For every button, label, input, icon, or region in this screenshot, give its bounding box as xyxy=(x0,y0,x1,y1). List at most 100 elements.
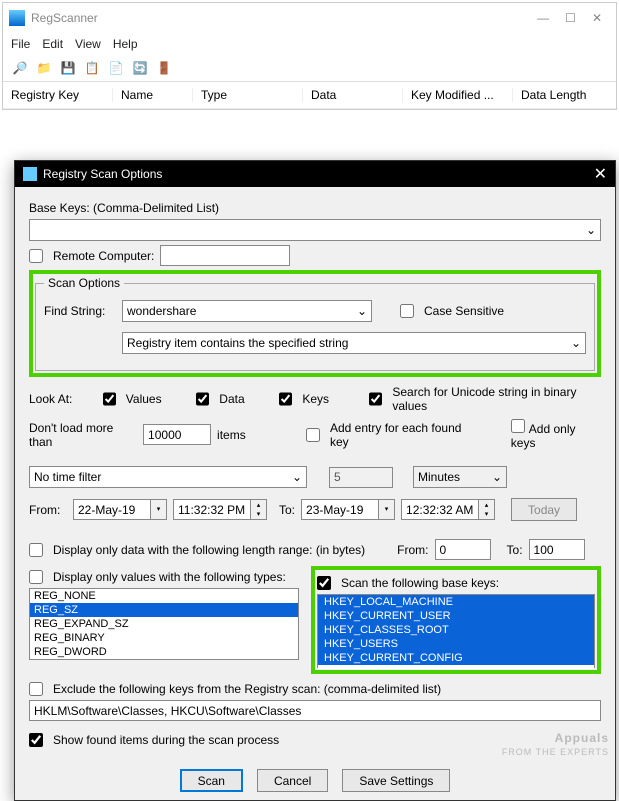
exclude-keys-label: Exclude the following keys from the Regi… xyxy=(53,682,441,696)
from-date-input[interactable] xyxy=(73,499,151,520)
list-item[interactable]: REG_BINARY xyxy=(30,631,298,645)
registry-scan-options-dialog: Registry Scan Options ✕ Base Keys: (Comm… xyxy=(14,160,616,801)
app-title: RegScanner xyxy=(31,11,537,25)
values-checkbox[interactable] xyxy=(103,392,116,406)
length-to-label: To: xyxy=(507,543,523,557)
dialog-icon xyxy=(23,167,37,181)
app-icon xyxy=(9,10,25,26)
spinner-icon[interactable]: ▴▾ xyxy=(251,499,267,520)
scan-options-group: Scan Options Find String: wondershare Ca… xyxy=(35,276,595,371)
length-from-input[interactable] xyxy=(435,539,491,560)
types-listbox[interactable]: REG_NONE REG_SZ REG_EXPAND_SZ REG_BINARY… xyxy=(29,588,299,660)
dialog-titlebar[interactable]: Registry Scan Options ✕ xyxy=(15,161,615,187)
highlight-base-keys: Scan the following base keys: HKEY_LOCAL… xyxy=(311,566,601,674)
scan-button[interactable]: Scan xyxy=(180,769,243,792)
matching-combo[interactable]: Registry item contains the specified str… xyxy=(122,332,586,354)
copy-icon[interactable]: 📋 xyxy=(83,59,101,77)
col-key-modified[interactable]: Key Modified ... xyxy=(403,88,513,102)
keys-label: Keys xyxy=(302,392,329,406)
remote-computer-checkbox[interactable] xyxy=(29,249,43,263)
menubar: File Edit View Help xyxy=(3,33,616,55)
time-filter-unit-combo: Minutes xyxy=(413,466,507,488)
show-found-label: Show found items during the scan process xyxy=(53,733,279,747)
from-time-input[interactable] xyxy=(173,499,251,520)
case-sensitive-checkbox[interactable] xyxy=(400,304,414,318)
add-entry-checkbox[interactable] xyxy=(306,428,320,442)
to-label: To: xyxy=(279,503,295,517)
scan-icon[interactable]: 🔎 xyxy=(11,59,29,77)
col-data[interactable]: Data xyxy=(303,88,403,102)
titlebar[interactable]: RegScanner — ☐ ✕ xyxy=(3,3,616,33)
to-time-input[interactable] xyxy=(401,499,479,520)
list-item[interactable]: HKEY_LOCAL_MACHINE xyxy=(318,595,594,609)
unicode-checkbox[interactable] xyxy=(369,392,382,406)
scan-base-keys-checkbox[interactable] xyxy=(317,576,331,590)
date-picker-icon[interactable]: ▾ xyxy=(379,499,395,520)
list-item[interactable]: REG_EXPAND_SZ xyxy=(30,617,298,631)
maximize-button[interactable]: ☐ xyxy=(565,11,576,25)
col-type[interactable]: Type xyxy=(193,88,303,102)
values-label: Values xyxy=(126,392,162,406)
exclude-keys-checkbox[interactable] xyxy=(29,682,43,696)
length-to-input[interactable] xyxy=(529,539,585,560)
base-keys-combo[interactable] xyxy=(29,219,601,241)
cancel-button[interactable]: Cancel xyxy=(257,769,328,792)
time-filter-num xyxy=(329,467,393,488)
base-keys-label: Base Keys: (Comma-Delimited List) xyxy=(29,201,219,215)
dont-load-label: Don't load more than xyxy=(29,421,137,449)
spinner-icon[interactable]: ▴▾ xyxy=(479,499,495,520)
list-item[interactable]: REG_DWORD_BIG_ENDIAN xyxy=(30,659,298,660)
dont-load-input[interactable] xyxy=(143,424,211,445)
length-from-label: From: xyxy=(397,543,428,557)
open-icon[interactable]: 📁 xyxy=(35,59,53,77)
minimize-button[interactable]: — xyxy=(537,11,549,25)
menu-help[interactable]: Help xyxy=(113,37,138,51)
col-name[interactable]: Name xyxy=(113,88,193,102)
col-data-length[interactable]: Data Length xyxy=(513,88,616,102)
today-button: Today xyxy=(511,498,577,521)
exclude-keys-input[interactable] xyxy=(29,700,601,721)
look-at-label: Look At: xyxy=(29,392,97,406)
list-item[interactable]: REG_DWORD xyxy=(30,645,298,659)
list-item[interactable]: HKEY_CURRENT_USER xyxy=(318,609,594,623)
data-checkbox[interactable] xyxy=(196,392,209,406)
to-date-input[interactable] xyxy=(301,499,379,520)
col-registry-key[interactable]: Registry Key xyxy=(3,88,113,102)
menu-view[interactable]: View xyxy=(75,37,101,51)
from-label: From: xyxy=(29,503,67,517)
toolbar: 🔎 📁 💾 📋 📄 🔄 🚪 xyxy=(3,55,616,82)
dialog-close-button[interactable]: ✕ xyxy=(594,164,607,184)
list-item[interactable]: HKEY_CURRENT_CONFIG xyxy=(318,651,594,665)
types-checkbox[interactable] xyxy=(29,570,43,584)
column-headers: Registry Key Name Type Data Key Modified… xyxy=(3,82,616,109)
add-only-keys-checkbox[interactable] xyxy=(511,419,525,433)
exit-icon[interactable]: 🚪 xyxy=(155,59,173,77)
base-keys-listbox[interactable]: HKEY_LOCAL_MACHINE HKEY_CURRENT_USER HKE… xyxy=(317,594,595,668)
menu-edit[interactable]: Edit xyxy=(42,37,63,51)
list-item[interactable]: REG_NONE xyxy=(30,589,298,603)
unicode-label: Search for Unicode string in binary valu… xyxy=(392,385,601,413)
show-found-checkbox[interactable] xyxy=(29,733,43,747)
data-label: Data xyxy=(219,392,244,406)
case-sensitive-label: Case Sensitive xyxy=(424,304,504,318)
date-picker-icon[interactable]: ▾ xyxy=(151,499,167,520)
remote-computer-label: Remote Computer: xyxy=(53,249,154,263)
find-string-input[interactable]: wondershare xyxy=(122,300,372,322)
list-item[interactable]: HKEY_CLASSES_ROOT xyxy=(318,623,594,637)
list-item[interactable]: REG_SZ xyxy=(30,603,298,617)
scan-options-legend: Scan Options xyxy=(44,276,124,290)
properties-icon[interactable]: 📄 xyxy=(107,59,125,77)
main-window: RegScanner — ☐ ✕ File Edit View Help 🔎 📁… xyxy=(2,2,617,110)
save-icon[interactable]: 💾 xyxy=(59,59,77,77)
time-filter-combo[interactable]: No time filter xyxy=(29,466,307,488)
remote-computer-input[interactable] xyxy=(160,245,290,266)
menu-file[interactable]: File xyxy=(11,37,30,51)
refresh-icon[interactable]: 🔄 xyxy=(131,59,149,77)
length-range-checkbox[interactable] xyxy=(29,543,43,557)
keys-checkbox[interactable] xyxy=(279,392,292,406)
length-range-label: Display only data with the following len… xyxy=(53,543,365,557)
types-label: Display only values with the following t… xyxy=(53,570,286,584)
list-item[interactable]: HKEY_USERS xyxy=(318,637,594,651)
close-button[interactable]: ✕ xyxy=(592,11,602,25)
save-settings-button[interactable]: Save Settings xyxy=(342,769,450,792)
